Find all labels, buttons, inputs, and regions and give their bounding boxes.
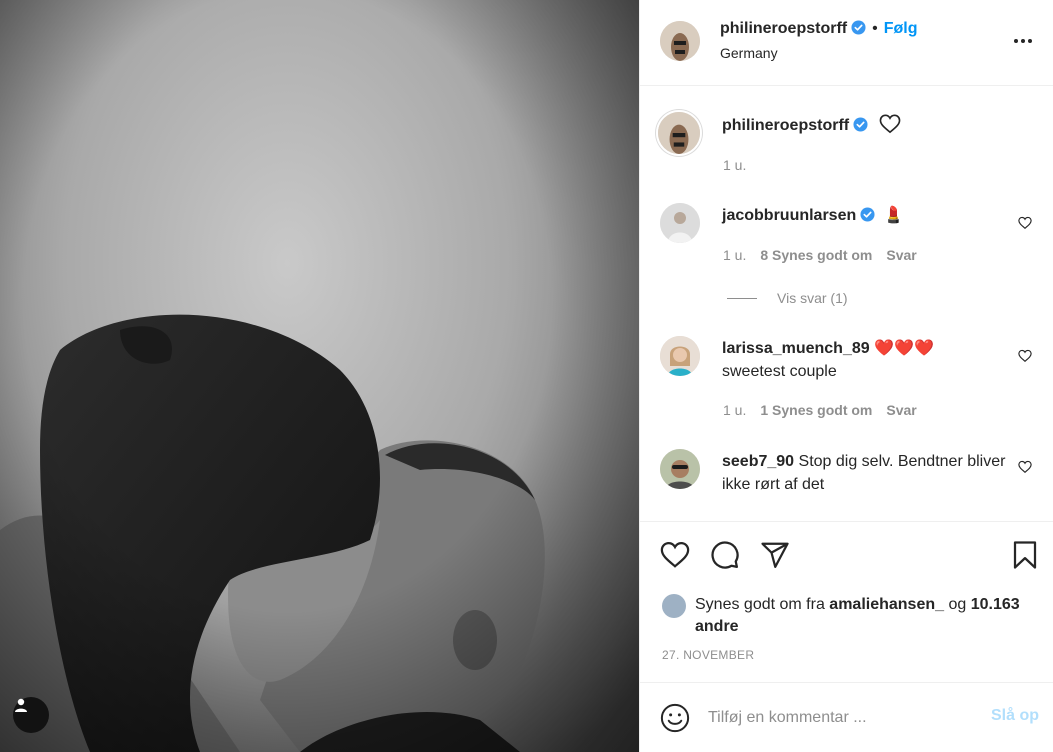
comment-username[interactable]: larissa_muench_89 bbox=[722, 340, 870, 357]
more-options-icon[interactable] bbox=[1012, 30, 1034, 52]
caption-avatar[interactable] bbox=[656, 110, 702, 156]
comment-input[interactable] bbox=[708, 701, 968, 735]
post-date[interactable]: 27. NOVEMBER bbox=[662, 648, 754, 662]
comment-likes[interactable]: 1 Synes godt om bbox=[760, 402, 872, 418]
commenter-avatar[interactable] bbox=[660, 336, 700, 376]
comment-time[interactable]: 1 u. bbox=[723, 247, 746, 263]
caption-time[interactable]: 1 u. bbox=[723, 157, 746, 173]
commenter-avatar[interactable] bbox=[660, 203, 700, 243]
comment-2-text: sweetest couple bbox=[722, 363, 837, 380]
likes-conjunction: og bbox=[948, 596, 967, 613]
likes-summary: Synes godt om fra amaliehansen_ og 10.16… bbox=[662, 594, 1042, 638]
author-avatar[interactable] bbox=[660, 21, 700, 61]
separator-dot: • bbox=[872, 20, 878, 37]
comment-2: larissa_muench_89 ❤️❤️❤️ bbox=[722, 337, 934, 360]
comment-heart-icon[interactable] bbox=[1018, 460, 1032, 474]
post-comment-button[interactable]: Slå op bbox=[991, 707, 1039, 725]
post-location[interactable]: Germany bbox=[720, 45, 778, 61]
verified-badge-icon bbox=[860, 207, 875, 222]
verified-badge-icon bbox=[851, 20, 866, 35]
follow-button[interactable]: Følg bbox=[884, 20, 918, 37]
comment-heart-icon[interactable] bbox=[1018, 216, 1032, 230]
comment-time[interactable]: 1 u. bbox=[723, 402, 746, 418]
post-side-panel: philineroepstorff • Følg Germany philinero… bbox=[639, 0, 1053, 752]
comment-2-meta: 1 u. 1 Synes godt om Svar bbox=[723, 402, 931, 418]
liker-avatar[interactable] bbox=[662, 594, 686, 618]
reply-button[interactable]: Svar bbox=[886, 402, 916, 418]
post-photo[interactable] bbox=[0, 0, 639, 752]
verified-badge-icon bbox=[853, 117, 868, 132]
comment-3: seeb7_90 Stop dig selv. Bendtner bliver … bbox=[722, 450, 1012, 496]
commenter-avatar[interactable] bbox=[660, 449, 700, 489]
comment-text: 💄 bbox=[883, 207, 904, 224]
photo-illustration bbox=[0, 0, 639, 752]
comment-username[interactable]: seeb7_90 bbox=[722, 453, 794, 470]
user-tag-icon bbox=[15, 698, 27, 712]
heart-outline-icon bbox=[879, 114, 900, 134]
header-title-line: philineroepstorff • Følg bbox=[720, 20, 917, 38]
post-header: philineroepstorff • Følg Germany bbox=[640, 0, 1053, 86]
avatar-image bbox=[660, 449, 700, 489]
heart-icon[interactable] bbox=[660, 540, 690, 570]
author-username[interactable]: philineroepstorff bbox=[720, 20, 847, 37]
comment-heart-icon[interactable] bbox=[1018, 349, 1032, 363]
liker-username[interactable]: amaliehansen_ bbox=[829, 596, 944, 613]
reply-button[interactable]: Svar bbox=[886, 247, 916, 263]
comment-username[interactable]: jacobbruunlarsen bbox=[722, 207, 856, 224]
avatar-image bbox=[660, 203, 700, 243]
comment-text: ❤️❤️❤️ bbox=[874, 340, 934, 357]
comment-1: jacobbruunlarsen 💄 bbox=[722, 204, 904, 227]
avatar-image bbox=[658, 112, 700, 154]
likes-prefix: Synes godt om fra bbox=[695, 596, 825, 613]
avatar-image bbox=[660, 21, 700, 61]
share-icon[interactable] bbox=[760, 540, 790, 570]
bookmark-icon[interactable] bbox=[1010, 540, 1040, 570]
caption-meta: 1 u. bbox=[723, 157, 760, 173]
post-actions: Synes godt om fra amaliehansen_ og 10.16… bbox=[640, 522, 1053, 682]
caption-username[interactable]: philineroepstorff bbox=[722, 117, 849, 134]
comment-1-meta: 1 u. 8 Synes godt om Svar bbox=[723, 247, 931, 263]
comments-section: philineroepstorff 1 u. jacobbruunlarsen … bbox=[640, 86, 1053, 522]
replies-line bbox=[727, 298, 757, 299]
emoji-icon[interactable] bbox=[660, 703, 690, 733]
tag-people-button[interactable] bbox=[13, 697, 49, 733]
avatar-image bbox=[660, 336, 700, 376]
comment-icon[interactable] bbox=[710, 540, 740, 570]
add-comment-bar: Slå op bbox=[640, 682, 1053, 752]
view-replies-button[interactable]: Vis svar (1) bbox=[777, 290, 848, 306]
comment-likes[interactable]: 8 Synes godt om bbox=[760, 247, 872, 263]
caption-line: philineroepstorff bbox=[722, 114, 901, 137]
